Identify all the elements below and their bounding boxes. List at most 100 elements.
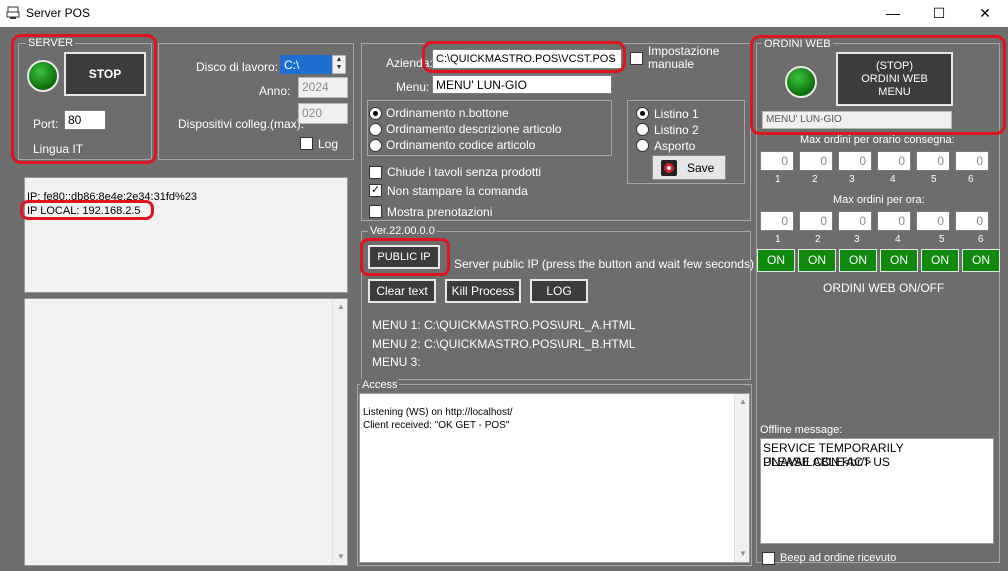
ora-index-6: 6: [978, 234, 984, 245]
max-ora-label: Max ordini per ora:: [833, 194, 925, 206]
highlight-ordini-web: [750, 35, 1006, 135]
offline-message-label: Offline message:: [760, 424, 843, 436]
orario-slot-2[interactable]: 0: [799, 151, 833, 171]
orario-index-3: 3: [849, 174, 855, 185]
highlight-public-ip: [360, 238, 450, 276]
ora-slot-4[interactable]: 0: [877, 211, 911, 231]
ora-index-3: 3: [854, 234, 860, 245]
chiude-label: Chiude i tavoli senza prodotti: [387, 165, 542, 179]
highlight-azienda: [422, 41, 626, 73]
orario-index-4: 4: [890, 174, 896, 185]
scroll-down-icon[interactable]: ▼: [335, 551, 347, 563]
save-icon: [661, 160, 677, 176]
access-log[interactable]: [359, 393, 750, 563]
highlight-ip-local: [20, 200, 154, 220]
highlight-server: [11, 34, 157, 164]
anno-input[interactable]: 2024: [298, 77, 348, 98]
disco-label: Disco di lavoro:: [196, 60, 279, 74]
ora-index-1: 1: [775, 234, 781, 245]
ora-slot-2[interactable]: 0: [799, 211, 833, 231]
on-toggle-3[interactable]: ON: [839, 249, 877, 272]
on-toggle-2[interactable]: ON: [798, 249, 836, 272]
clear-text-button[interactable]: Clear text: [368, 279, 436, 303]
title-bar: Server POS — ☐ ✕: [0, 0, 1008, 27]
save-button[interactable]: Save: [652, 155, 726, 180]
ordinamento-label-descrizione: Ordinamento descrizione articolo: [386, 122, 562, 136]
kill-process-button[interactable]: Kill Process: [445, 279, 521, 303]
listino-1-label: Listino 1: [654, 107, 699, 121]
orario-index-6: 6: [968, 174, 974, 185]
ordinamento-label-codice: Ordinamento codice articolo: [386, 138, 536, 152]
log-button[interactable]: LOG: [530, 279, 588, 303]
offline-message-input[interactable]: SERVICE TEMPORARILY UNAVAILABLE<br/> PLE…: [760, 438, 994, 544]
menu3-path: MENU 3:: [372, 355, 421, 369]
menu-input[interactable]: MENU' LUN-GIO: [432, 75, 612, 94]
orario-slot-6[interactable]: 0: [955, 151, 989, 171]
ordinamento-radio-codice[interactable]: [369, 139, 382, 152]
orario-index-5: 5: [931, 174, 937, 185]
orario-slot-4[interactable]: 0: [877, 151, 911, 171]
ordinamento-radio-bottone[interactable]: [369, 107, 382, 120]
offline-line-2: PLEASE CONTACT US: [763, 455, 890, 469]
ordinamento-radio-descrizione[interactable]: [369, 123, 382, 136]
ora-slot-3[interactable]: 0: [838, 211, 872, 231]
maximize-button[interactable]: ☐: [916, 0, 962, 27]
orario-slot-1[interactable]: 0: [760, 151, 794, 171]
log-checkbox-label: Log: [318, 137, 339, 151]
window-title: Server POS: [26, 6, 91, 20]
access-line-2: Client received: "OK GET - POS": [363, 420, 510, 431]
orario-slot-5[interactable]: 0: [916, 151, 950, 171]
mostra-checkbox[interactable]: [369, 205, 382, 218]
chiude-checkbox[interactable]: [369, 166, 382, 179]
anno-label: Anno:: [259, 84, 291, 98]
orario-slot-3[interactable]: 0: [838, 151, 872, 171]
orario-index-2: 2: [812, 174, 818, 185]
access-scrollbar[interactable]: ▲ ▼: [734, 394, 749, 562]
max-orario-label: Max ordini per orario consegna:: [800, 134, 955, 146]
ordinamento-label-bottone: Ordinamento n.bottone: [386, 106, 509, 120]
app-icon: [6, 6, 20, 19]
log-panel: [24, 298, 348, 566]
ora-slot-1[interactable]: 0: [760, 211, 794, 231]
log-checkbox[interactable]: [300, 137, 313, 150]
scroll-up-icon[interactable]: ▲: [737, 396, 749, 408]
asporto-radio[interactable]: [636, 139, 649, 152]
beep-checkbox[interactable]: [762, 552, 775, 565]
mostra-label: Mostra prenotazioni: [387, 205, 493, 219]
listino-2-radio[interactable]: [636, 123, 649, 136]
scroll-up-icon[interactable]: ▲: [335, 301, 347, 313]
impostazione-checkbox[interactable]: [630, 52, 643, 65]
ora-slot-6[interactable]: 0: [955, 211, 989, 231]
close-button[interactable]: ✕: [962, 0, 1008, 27]
ordini-onoff-label: ORDINI WEB ON/OFF: [823, 281, 945, 295]
dispositivi-label: Dispositivi colleg.(max):: [178, 117, 305, 131]
on-toggle-5[interactable]: ON: [921, 249, 959, 272]
orario-index-1: 1: [775, 174, 781, 185]
log-scrollbar[interactable]: ▲ ▼: [332, 299, 347, 565]
dispositivi-input[interactable]: 020: [298, 103, 348, 124]
menu1-path: MENU 1: C:\QUICKMASTRO.POS\URL_A.HTML: [372, 318, 636, 332]
non-stampare-label: Non stampare la comanda: [387, 184, 528, 198]
impostazione-label: Impostazione manuale: [648, 44, 720, 71]
menu2-path: MENU 2: C:\QUICKMASTRO.POS\URL_B.HTML: [372, 337, 636, 351]
save-label: Save: [687, 161, 715, 175]
minimize-button[interactable]: —: [870, 0, 916, 27]
on-toggle-6[interactable]: ON: [962, 249, 1000, 272]
menu-label: Menu:: [396, 80, 430, 94]
scroll-down-icon[interactable]: ▼: [737, 548, 749, 560]
ora-slot-5[interactable]: 0: [916, 211, 950, 231]
disco-input[interactable]: C:\: [280, 55, 332, 74]
non-stampare-checkbox[interactable]: ✓: [369, 184, 382, 197]
listino-2-label: Listino 2: [654, 123, 699, 137]
asporto-label: Asporto: [654, 139, 696, 153]
on-toggle-4[interactable]: ON: [880, 249, 918, 272]
ora-index-2: 2: [815, 234, 821, 245]
listino-1-radio[interactable]: [636, 107, 649, 120]
beep-label: Beep ad ordine ricevuto: [780, 552, 897, 564]
version-legend: Ver.22.00.0.0: [368, 225, 437, 237]
on-toggle-1[interactable]: ON: [757, 249, 795, 272]
disco-spinner[interactable]: ▲ ▼: [332, 55, 346, 74]
access-legend: Access: [360, 379, 400, 391]
public-ip-note: Server public IP (press the button and w…: [454, 257, 754, 271]
ora-index-5: 5: [939, 234, 945, 245]
